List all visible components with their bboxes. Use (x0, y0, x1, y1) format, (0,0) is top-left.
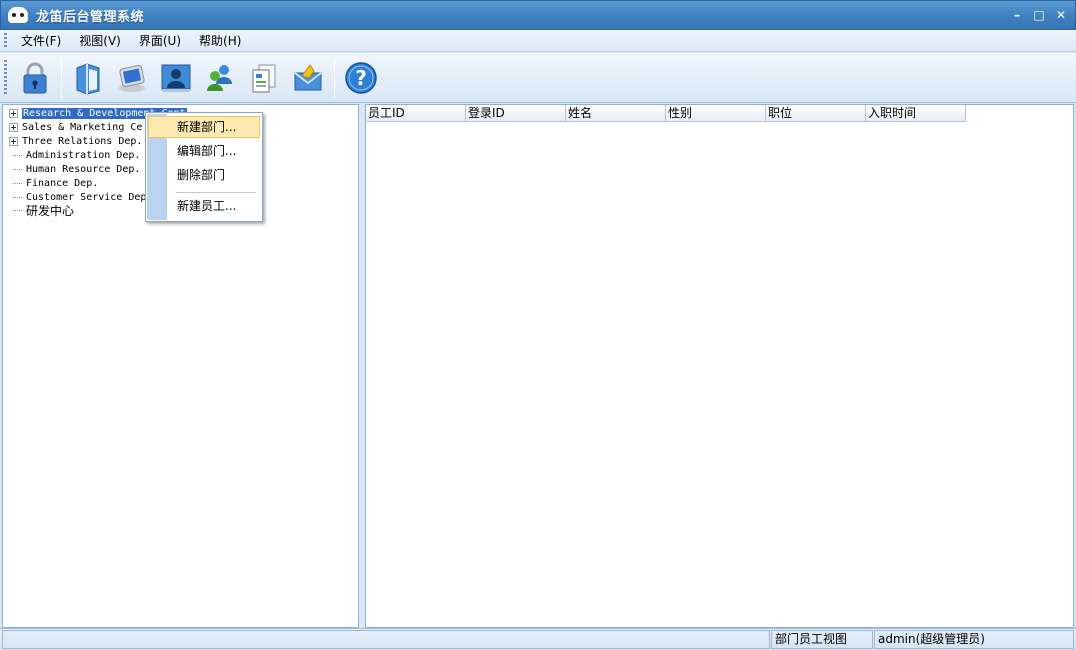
column-header-login-id[interactable]: 登录ID (466, 105, 566, 122)
tree-connector (13, 168, 22, 170)
users-icon (207, 64, 232, 91)
tree-node-label[interactable]: Finance Dep. (26, 178, 98, 189)
expand-plus-icon[interactable] (9, 136, 18, 146)
lock-button[interactable] (13, 56, 57, 100)
expand-plus-icon[interactable] (9, 122, 18, 132)
window-title: 龙笛后台管理系统 (36, 9, 145, 25)
book-icon (76, 62, 100, 95)
column-header-hire-date[interactable]: 入职时间 (866, 105, 966, 122)
mail-button[interactable] (286, 56, 330, 100)
documents-button[interactable] (242, 56, 286, 100)
tree-node-label[interactable]: Administration Dep. (26, 150, 140, 161)
tree-node-label[interactable]: Three Relations Dep. (22, 136, 142, 147)
svg-text:?: ? (355, 66, 367, 90)
menu-interface[interactable]: 界面(U) (131, 32, 191, 49)
tree-node-human-resource[interactable]: Human Resource Dep. (3, 162, 140, 176)
menu-item-new-employee[interactable]: 新建员工... (148, 195, 260, 217)
lock-icon (23, 62, 47, 93)
tree-node-label[interactable]: Sales & Marketing Ce (22, 122, 142, 133)
monitor-button[interactable] (110, 56, 154, 100)
expand-plus-icon[interactable] (9, 108, 18, 118)
toolbar-separator (61, 57, 62, 98)
status-panel-main (2, 630, 770, 649)
minimize-icon[interactable]: – (1009, 7, 1025, 23)
menu-bar: 文件(F) 视图(V) 界面(U) 帮助(H) (0, 30, 1076, 52)
menu-file[interactable]: 文件(F) (13, 32, 71, 49)
menu-separator (176, 192, 256, 193)
menu-grip[interactable] (4, 32, 7, 49)
monitor-icon (119, 64, 145, 92)
documents-icon (252, 64, 276, 92)
menu-item-edit-department[interactable]: 编辑部门... (148, 140, 260, 162)
column-header-gender[interactable]: 性别 (666, 105, 766, 122)
help-button[interactable]: ? (339, 56, 383, 100)
menu-view[interactable]: 视图(V) (71, 32, 131, 49)
tree-node-sales[interactable]: Sales & Marketing Ce (3, 120, 142, 134)
app-logo-icon (8, 7, 28, 23)
tree-node-rd-center[interactable]: 研发中心 (3, 203, 74, 218)
column-header-name[interactable]: 姓名 (566, 105, 666, 122)
tree-node-administration[interactable]: Administration Dep. (3, 148, 140, 162)
menu-item-new-department[interactable]: 新建部门... (148, 116, 260, 138)
toolbar-grip[interactable] (4, 59, 7, 96)
context-menu: 新建部门... 编辑部门... 删除部门 新建员工... (145, 112, 263, 222)
help-icon: ? (345, 61, 377, 94)
status-user: admin(超级管理员) (874, 630, 1074, 649)
toolbar: ? (0, 53, 1076, 103)
tree-node-finance[interactable]: Finance Dep. (3, 176, 98, 190)
tree-connector (13, 182, 22, 184)
user-card-icon (161, 64, 191, 92)
book-button[interactable] (66, 56, 110, 100)
tree-node-customer-service[interactable]: Customer Service Dep (3, 190, 146, 204)
tree-connector (13, 210, 22, 211)
user-card-button[interactable] (154, 56, 198, 100)
menu-item-delete-department[interactable]: 删除部门 (148, 164, 260, 186)
maximize-icon[interactable]: □ (1031, 7, 1047, 23)
menu-help[interactable]: 帮助(H) (191, 32, 251, 49)
status-bar: 部门员工视图 admin(超级管理员) (0, 628, 1076, 650)
tree-connector (13, 154, 22, 156)
grid-header: 员工ID 登录ID 姓名 性别 职位 入职时间 (366, 105, 966, 122)
employee-grid[interactable]: 员工ID 登录ID 姓名 性别 职位 入职时间 (365, 104, 1074, 628)
status-view-name: 部门员工视图 (771, 630, 873, 649)
tree-node-label[interactable]: Human Resource Dep. (26, 164, 140, 175)
close-icon[interactable]: ✕ (1053, 7, 1069, 23)
users-button[interactable] (198, 56, 242, 100)
title-bar: 龙笛后台管理系统 – □ ✕ (0, 0, 1076, 30)
column-header-position[interactable]: 职位 (766, 105, 866, 122)
tree-node-label[interactable]: Customer Service Dep (26, 192, 146, 203)
tree-node-three-relations[interactable]: Three Relations Dep. (3, 134, 142, 148)
tree-connector (13, 196, 22, 198)
mail-icon (294, 63, 322, 90)
column-header-employee-id[interactable]: 员工ID (366, 105, 466, 122)
toolbar-separator (334, 57, 335, 98)
window-controls: – □ ✕ (1009, 7, 1069, 23)
tree-node-label[interactable]: 研发中心 (26, 202, 74, 219)
